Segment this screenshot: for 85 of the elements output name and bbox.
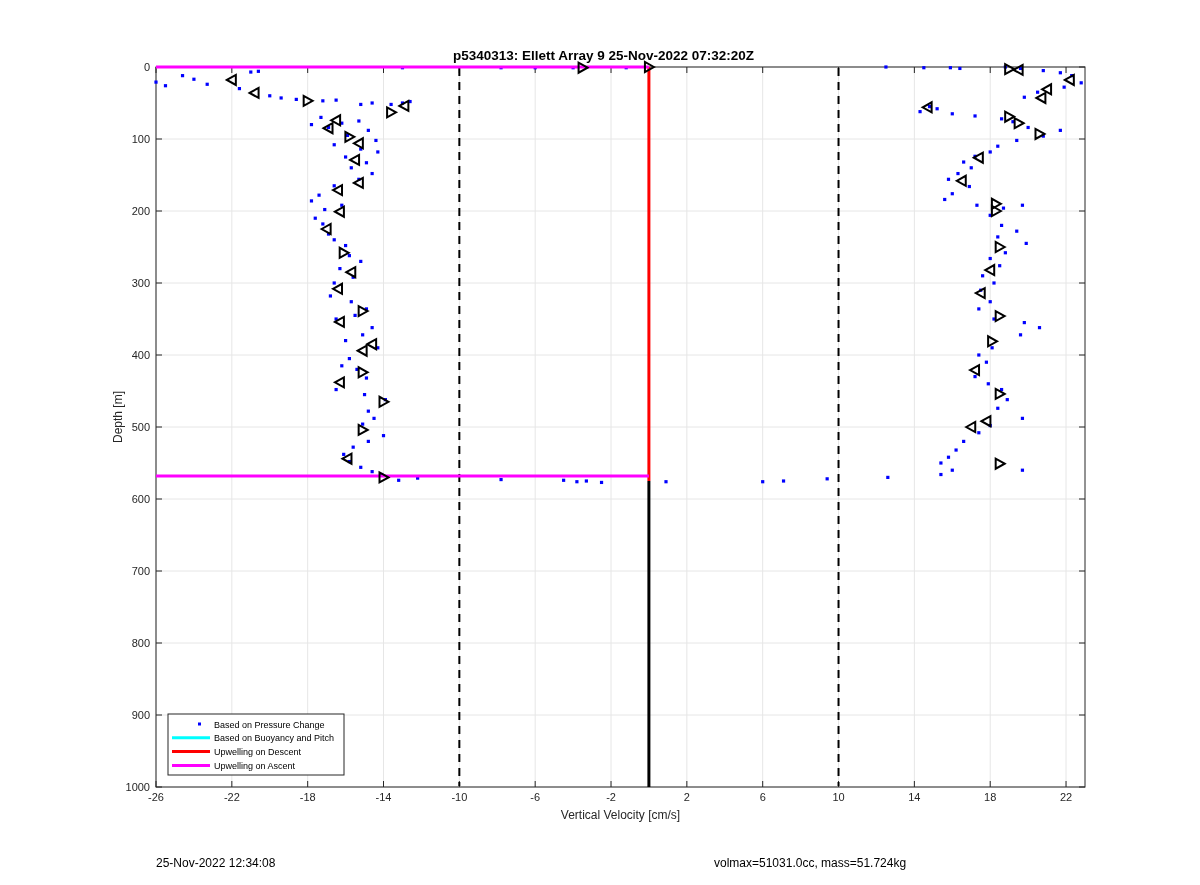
triangle-marker (332, 375, 345, 390)
tick-label: -14 (375, 791, 392, 803)
triangle-marker (577, 61, 590, 75)
tick-label: 0 (143, 61, 150, 73)
triangle-marker (386, 105, 399, 120)
tick-label: 10 (832, 791, 845, 803)
triangle-marker (338, 246, 351, 260)
triangle-marker (979, 414, 992, 428)
triangle-marker (378, 470, 391, 485)
triangle-marker (329, 113, 342, 127)
triangle-marker (344, 265, 357, 279)
tick-label: 400 (131, 349, 150, 361)
triangle-marker (920, 100, 933, 114)
tick-label: -10 (451, 791, 468, 803)
tick-label: 300 (131, 277, 150, 289)
triangle-marker (1040, 82, 1053, 96)
tick-label: 18 (984, 791, 997, 803)
parameters-text: volmax=51031.0cc, mass=51.724kg (714, 854, 907, 872)
tick-label: -2 (606, 791, 616, 803)
tick-label: -26 (148, 791, 164, 803)
triangle-marker (643, 60, 656, 74)
triangle-marker (340, 452, 353, 466)
triangle-marker (351, 176, 364, 190)
triangle-marker (954, 174, 967, 188)
legend-label: Based on Buoyancy and Pitch (214, 733, 335, 744)
triangle-marker (1034, 127, 1047, 141)
triangle-marker (994, 457, 1007, 471)
triangle-marker (397, 99, 410, 113)
triangle-marker (355, 344, 368, 358)
triangle-marker (983, 263, 996, 277)
tick-label: 200 (131, 205, 150, 217)
legend-label: Upwelling on Descent (214, 747, 302, 758)
triangle-marker (994, 387, 1007, 401)
triangle-marker (1004, 62, 1017, 76)
triangle-marker (994, 240, 1007, 254)
triangle-marker (330, 183, 343, 197)
triangle-marker (1013, 116, 1026, 130)
timestamp: 25-Nov-2022 12:34:08 (156, 854, 277, 872)
triangle-marker (964, 420, 977, 434)
tick-label: 6 (759, 791, 766, 803)
tick-label: 22 (1059, 791, 1073, 803)
tick-label: -6 (530, 791, 541, 803)
triangle-marker (224, 73, 237, 87)
tick-label: 1000 (125, 781, 150, 793)
triangle-marker (332, 205, 345, 219)
tick-label: 100 (131, 133, 150, 145)
triangle-marker (1004, 110, 1017, 124)
triangle-marker (990, 204, 1003, 218)
triangle-marker (1062, 73, 1075, 87)
tick-label: 700 (131, 565, 150, 577)
triangle-marker (321, 121, 334, 135)
tick-label: 2 (683, 791, 690, 803)
x-axis-label: Vertical Velocity [cm/s] (560, 808, 681, 822)
tick-label: -22 (223, 791, 240, 803)
triangle-marker (990, 197, 1003, 211)
tick-label: 14 (908, 791, 921, 803)
triangle-marker (357, 304, 370, 318)
tick-label: 900 (131, 709, 150, 721)
triangle-marker (247, 86, 260, 100)
triangle-marker (302, 94, 315, 108)
triangle-marker (365, 337, 378, 351)
chart-title: p5340313: Ellett Array 9 25-Nov-2022 07:32:20Z (452, 48, 755, 63)
triangle-marker (968, 363, 981, 377)
tick-label: 600 (131, 493, 150, 505)
triangle-marker (344, 130, 357, 144)
triangle-marker (357, 423, 370, 437)
triangle-marker (357, 365, 370, 379)
triangle-marker (332, 315, 345, 329)
tick-label: 800 (131, 637, 150, 649)
tick-label: -18 (299, 791, 316, 803)
triangle-marker (330, 282, 343, 296)
tick-label: 500 (131, 421, 150, 433)
triangle-marker (1034, 91, 1047, 105)
triangle-marker (319, 222, 332, 236)
legend-label: Based on Pressure Change (214, 719, 325, 730)
triangle-marker (1011, 63, 1024, 77)
triangle-marker (987, 334, 1000, 348)
triangle-marker (378, 395, 391, 409)
triangle-marker (971, 151, 984, 165)
y-axis-label: Depth [m] (111, 391, 125, 443)
triangle-marker (973, 286, 986, 300)
triangle-marker (348, 153, 361, 167)
triangle-marker (351, 136, 364, 150)
legend-label: Upwelling on Ascent (214, 760, 296, 771)
triangle-marker (994, 309, 1007, 323)
